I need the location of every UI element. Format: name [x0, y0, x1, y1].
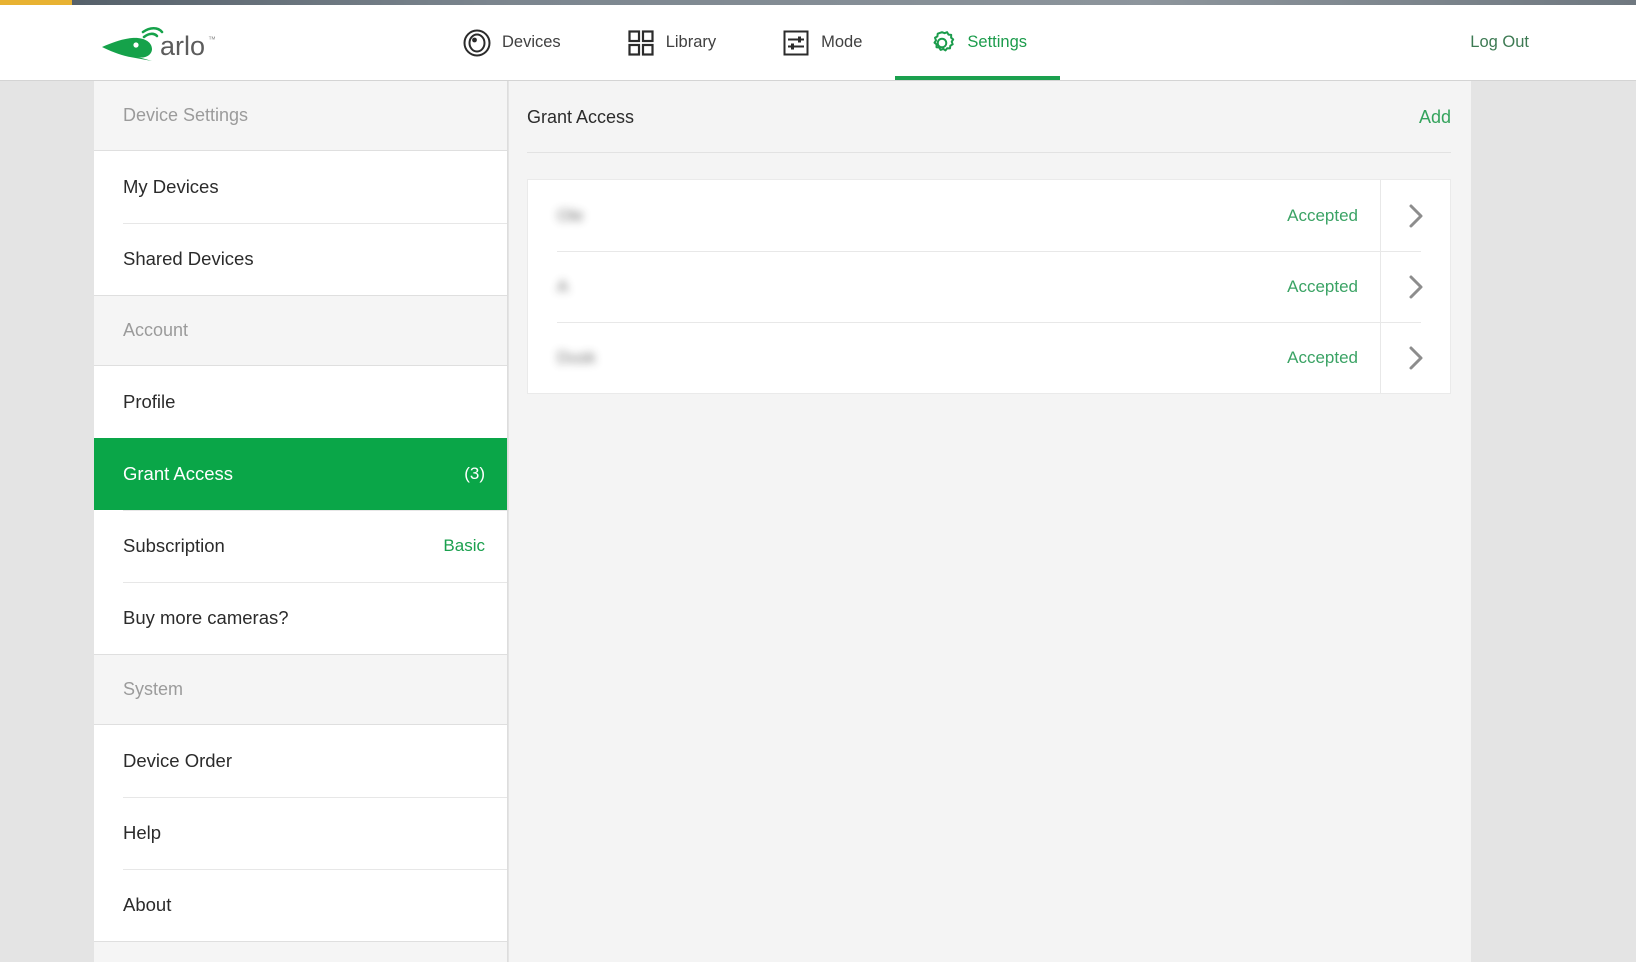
- sidebar-item-shared-devices[interactable]: Shared Devices: [94, 223, 507, 295]
- status-badge: Accepted: [1287, 206, 1380, 226]
- nav-item-settings-label: Settings: [967, 33, 1027, 52]
- status-badge: Accepted: [1287, 277, 1380, 297]
- sidebar-section-account-label: Account: [123, 320, 188, 341]
- nav-item-library-label: Library: [666, 33, 716, 52]
- sidebar-group-account: Profile Grant Access (3) Subscription Ba…: [94, 366, 507, 655]
- settings-sidebar: Device Settings My Devices Shared Device…: [94, 81, 508, 962]
- granted-users-list: Ole Accepted A Accepted Dusk Accepted: [527, 179, 1451, 394]
- sidebar-item-device-order-label: Device Order: [123, 750, 232, 772]
- gear-icon: [928, 29, 956, 57]
- sidebar-section-system-label: System: [123, 679, 183, 700]
- svg-text:arlo: arlo: [160, 31, 205, 61]
- status-badge: Accepted: [1287, 348, 1380, 368]
- sidebar-item-subscription-label: Subscription: [123, 535, 225, 557]
- sidebar-item-about[interactable]: About: [94, 869, 507, 941]
- sidebar-item-grant-access[interactable]: Grant Access (3): [94, 438, 507, 510]
- logout-label: Log Out: [1470, 33, 1529, 52]
- header-divider: [527, 152, 1451, 153]
- sidebar-group-system: Device Order Help About: [94, 725, 507, 942]
- sidebar-item-my-devices-label: My Devices: [123, 176, 219, 198]
- nav-item-mode[interactable]: Mode: [749, 5, 895, 80]
- sidebar-item-shared-devices-label: Shared Devices: [123, 248, 254, 270]
- sidebar-item-buy-more-cameras[interactable]: Buy more cameras?: [94, 582, 507, 654]
- sidebar-item-help[interactable]: Help: [94, 797, 507, 869]
- sidebar-item-help-label: Help: [123, 822, 161, 844]
- sidebar-item-my-devices[interactable]: My Devices: [94, 151, 507, 223]
- sidebar-item-about-label: About: [123, 894, 171, 916]
- grant-access-header: Grant Access Add: [509, 81, 1471, 153]
- chevron-right-icon[interactable]: [1380, 180, 1450, 251]
- sidebar-item-profile-label: Profile: [123, 391, 175, 413]
- main-content: Grant Access Add Ole Accepted A Accepted: [509, 81, 1471, 962]
- page-title: Grant Access: [527, 107, 634, 128]
- top-nav-items: Devices Library: [430, 5, 1060, 80]
- top-navigation-bar: arlo ™ Devices: [0, 5, 1636, 81]
- sidebar-section-account: Account: [94, 296, 507, 366]
- sidebar-item-grant-access-label: Grant Access: [123, 463, 233, 485]
- granted-user-name: A: [528, 277, 1287, 297]
- grid-squares-icon: [627, 29, 655, 57]
- arlo-logo-icon[interactable]: arlo ™: [100, 25, 215, 65]
- camera-lens-icon: [463, 29, 491, 57]
- sidebar-section-device-settings-label: Device Settings: [123, 105, 248, 126]
- sidebar-item-subscription-plan: Basic: [443, 536, 485, 556]
- logout-button[interactable]: Log Out: [1470, 5, 1529, 80]
- table-row[interactable]: Dusk Accepted: [528, 322, 1450, 393]
- table-row[interactable]: Ole Accepted: [528, 180, 1450, 251]
- chevron-right-icon[interactable]: [1380, 322, 1450, 393]
- nav-item-library[interactable]: Library: [594, 5, 749, 80]
- nav-item-settings[interactable]: Settings: [895, 5, 1060, 80]
- chevron-right-icon[interactable]: [1380, 251, 1450, 322]
- add-button[interactable]: Add: [1419, 107, 1451, 128]
- sidebar-item-subscription[interactable]: Subscription Basic: [94, 510, 507, 582]
- sidebar-item-device-order[interactable]: Device Order: [94, 725, 507, 797]
- sidebar-section-device-settings: Device Settings: [94, 81, 507, 151]
- nav-item-devices-label: Devices: [502, 33, 561, 52]
- sidebar-item-buy-more-cameras-label: Buy more cameras?: [123, 607, 289, 629]
- sidebar-section-system: System: [94, 655, 507, 725]
- sidebar-group-device-settings: My Devices Shared Devices: [94, 151, 507, 296]
- nav-item-mode-label: Mode: [821, 33, 862, 52]
- table-row[interactable]: A Accepted: [528, 251, 1450, 322]
- sidebar-item-grant-access-count: (3): [464, 464, 485, 484]
- sliders-icon: [782, 29, 810, 57]
- granted-user-name: Ole: [528, 206, 1287, 226]
- nav-item-devices[interactable]: Devices: [430, 5, 594, 80]
- svg-text:™: ™: [208, 35, 215, 44]
- sidebar-item-profile[interactable]: Profile: [94, 366, 507, 438]
- granted-user-name: Dusk: [528, 348, 1287, 368]
